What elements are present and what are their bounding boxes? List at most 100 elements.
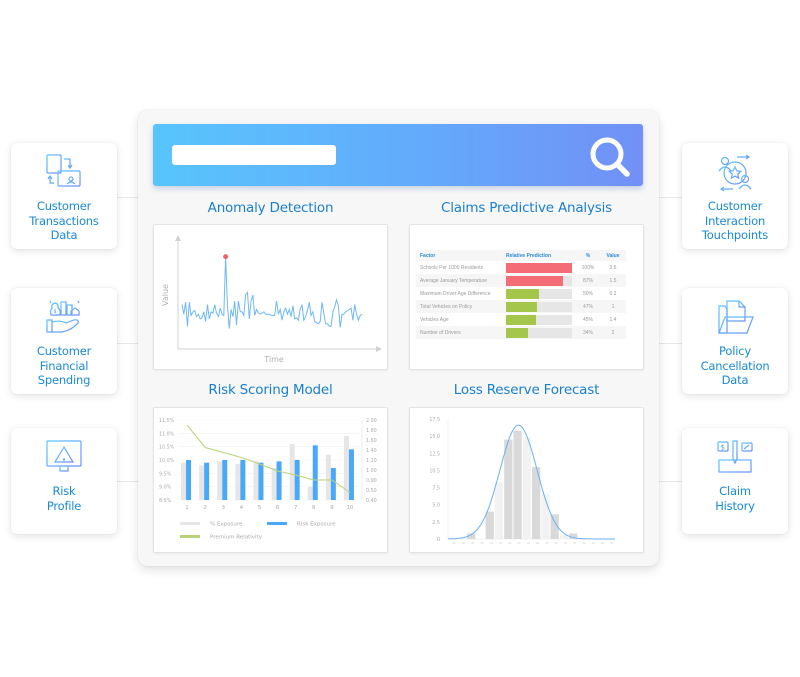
bar-risk-exposure — [186, 460, 192, 500]
y-tick-label: 0 — [437, 537, 440, 543]
x-tick-label: 2 — [203, 505, 207, 511]
risk-chart-svg: 11.5% 11.0% 10.5% 10.0% 9.5% 9.0% 8.5% 2.00 1.80… — [159, 418, 377, 541]
factor-value: 3.5 — [609, 264, 617, 271]
percent-value: 47% — [576, 300, 600, 313]
premium-relativity-line — [186, 424, 351, 493]
column-header-value: Value — [600, 250, 626, 261]
bar-risk-exposure — [204, 462, 210, 500]
svg-text:$: $ — [721, 444, 725, 452]
card-claim-history[interactable]: $ Claim History — [682, 428, 788, 534]
card-customer-transactions-data[interactable]: Customer Transactions Data — [11, 143, 117, 249]
y-right-tick-label: 0.50 — [366, 488, 377, 494]
column-header-percent: % — [576, 250, 600, 261]
card-customer-interaction-touchpoints[interactable]: Customer Interaction Touchpoints — [682, 143, 788, 249]
svg-text:$: $ — [54, 309, 57, 315]
percent-value: 87% — [576, 274, 600, 287]
y-right-tick-label: 1.60 — [366, 438, 377, 444]
prediction-bar-track — [506, 262, 572, 273]
y-left-tick-label: 11.0% — [159, 431, 175, 437]
bar-pct-exposure — [289, 444, 295, 500]
percent-value: 34% — [576, 326, 600, 339]
claims-predictive-table-card: Factor Relative Prediction % Value Schoo… — [409, 224, 644, 370]
y-tick-label: 12.5 — [429, 451, 440, 457]
y-right-tick-label: 1.40 — [366, 448, 377, 454]
y-tick-label: 10.5 — [429, 468, 440, 474]
factor-name: Maximum Driver Age Difference — [420, 290, 491, 297]
prediction-cell — [502, 287, 576, 300]
legend-label: Premium Relativity — [210, 535, 263, 541]
section-title-risk-scoring-model: Risk Scoring Model — [208, 382, 333, 398]
card-label: Customer Financial Spending — [36, 344, 92, 387]
y-right-tick-label: 0.90 — [366, 478, 377, 484]
legend-label: % Exposure — [210, 522, 243, 528]
table-row: Average January Temperature 87% 1.5 — [416, 274, 626, 287]
search-icon[interactable] — [587, 134, 633, 180]
factor-value: 0.2 — [609, 290, 617, 297]
legend-label: Risk Exposure — [297, 522, 336, 528]
prediction-bar-track — [506, 275, 572, 286]
histogram-bar — [541, 494, 550, 539]
bar-pct-exposure — [235, 464, 241, 500]
x-tick-label: 5 — [258, 505, 262, 511]
main-dashboard-panel: Anomaly Detection Time Value Claims Pred… — [138, 110, 659, 566]
section-title-claims-predictive-analysis: Claims Predictive Analysis — [441, 200, 612, 216]
x-tick-label: 10 — [346, 505, 353, 511]
factor-value: 1.5 — [600, 274, 626, 287]
connector-line — [116, 343, 140, 344]
loss-reserve-chart: 17.5 15.0 12.5 10.5 7.5 5.0 2.5 0 — [409, 407, 644, 553]
legend-swatch-pct-exposure — [180, 522, 200, 525]
prediction-cell — [502, 300, 576, 313]
bar-pct-exposure — [181, 462, 187, 500]
monitor-warning-icon — [46, 440, 82, 473]
factor-name: Number of Drivers — [416, 326, 502, 339]
y-right-tick-label: 1.80 — [366, 428, 377, 434]
table-row: Maximum Driver Age Difference 50% 0.2 — [416, 287, 626, 300]
card-label: Claim History — [715, 484, 755, 513]
y-left-tick-label: 10.0% — [159, 458, 175, 464]
prediction-bar — [506, 288, 539, 299]
y-left-tick-label: 8.5% — [159, 498, 172, 504]
card-customer-financial-spending[interactable]: $ Customer Financial Spending — [11, 288, 117, 394]
card-label: Customer Transactions Data — [29, 199, 99, 242]
bar-pct-exposure — [253, 461, 259, 500]
legend-swatch-risk-exposure — [267, 522, 287, 525]
table-row: Number of Drivers 34% 2 — [416, 326, 626, 339]
bar-risk-exposure — [258, 462, 264, 500]
search-input[interactable] — [172, 145, 336, 165]
connector-line — [657, 197, 683, 198]
table-row: Schools Per 1000 Residents 100% 3.5 — [416, 261, 626, 274]
y-left-tick-label: 11.5% — [159, 418, 175, 424]
factor-name: Total Vehicles on Policy — [416, 300, 502, 313]
x-tick-label: 1 — [185, 505, 189, 511]
percent-value: 100% — [581, 264, 595, 271]
connector-line — [657, 481, 683, 482]
search-bar — [153, 124, 643, 186]
factor-value: 2 — [600, 326, 626, 339]
card-risk-profile[interactable]: Risk Profile — [11, 428, 117, 534]
x-tick-label: 8 — [312, 505, 316, 511]
y-axis-arrow — [175, 235, 181, 241]
y-right-tick-label: 1.00 — [366, 468, 377, 474]
y-left-tick-label: 10.5% — [159, 445, 175, 451]
y-left-tick-label: 9.0% — [159, 485, 172, 491]
anomaly-detection-chart: Time Value — [153, 224, 388, 370]
prediction-cell — [502, 326, 576, 339]
table-row: Vehicles Age 45% 1.4 — [416, 313, 626, 326]
y-right-tick-label: 0.40 — [366, 498, 377, 504]
bar-pct-exposure — [307, 486, 313, 500]
percent-value: 50% — [582, 290, 593, 297]
bar-pct-exposure — [217, 461, 223, 500]
bar-risk-exposure — [222, 460, 228, 500]
y-right-tick-label: 2.00 — [366, 418, 377, 424]
factor-value: 1.4 — [609, 316, 617, 323]
y-tick-label: 2.5 — [432, 520, 440, 526]
histogram-bar — [485, 511, 494, 539]
prediction-cell — [502, 261, 576, 274]
bar-pct-exposure — [271, 468, 277, 500]
card-policy-cancellation-data[interactable]: Policy Cancellation Data — [682, 288, 788, 394]
prediction-bar-track — [506, 314, 572, 325]
x-axis-arrow — [376, 346, 382, 352]
factor-name: Vehicles Age — [420, 316, 449, 323]
table-header-row: Factor Relative Prediction % Value — [416, 250, 626, 261]
section-title-anomaly-detection: Anomaly Detection — [207, 200, 334, 216]
